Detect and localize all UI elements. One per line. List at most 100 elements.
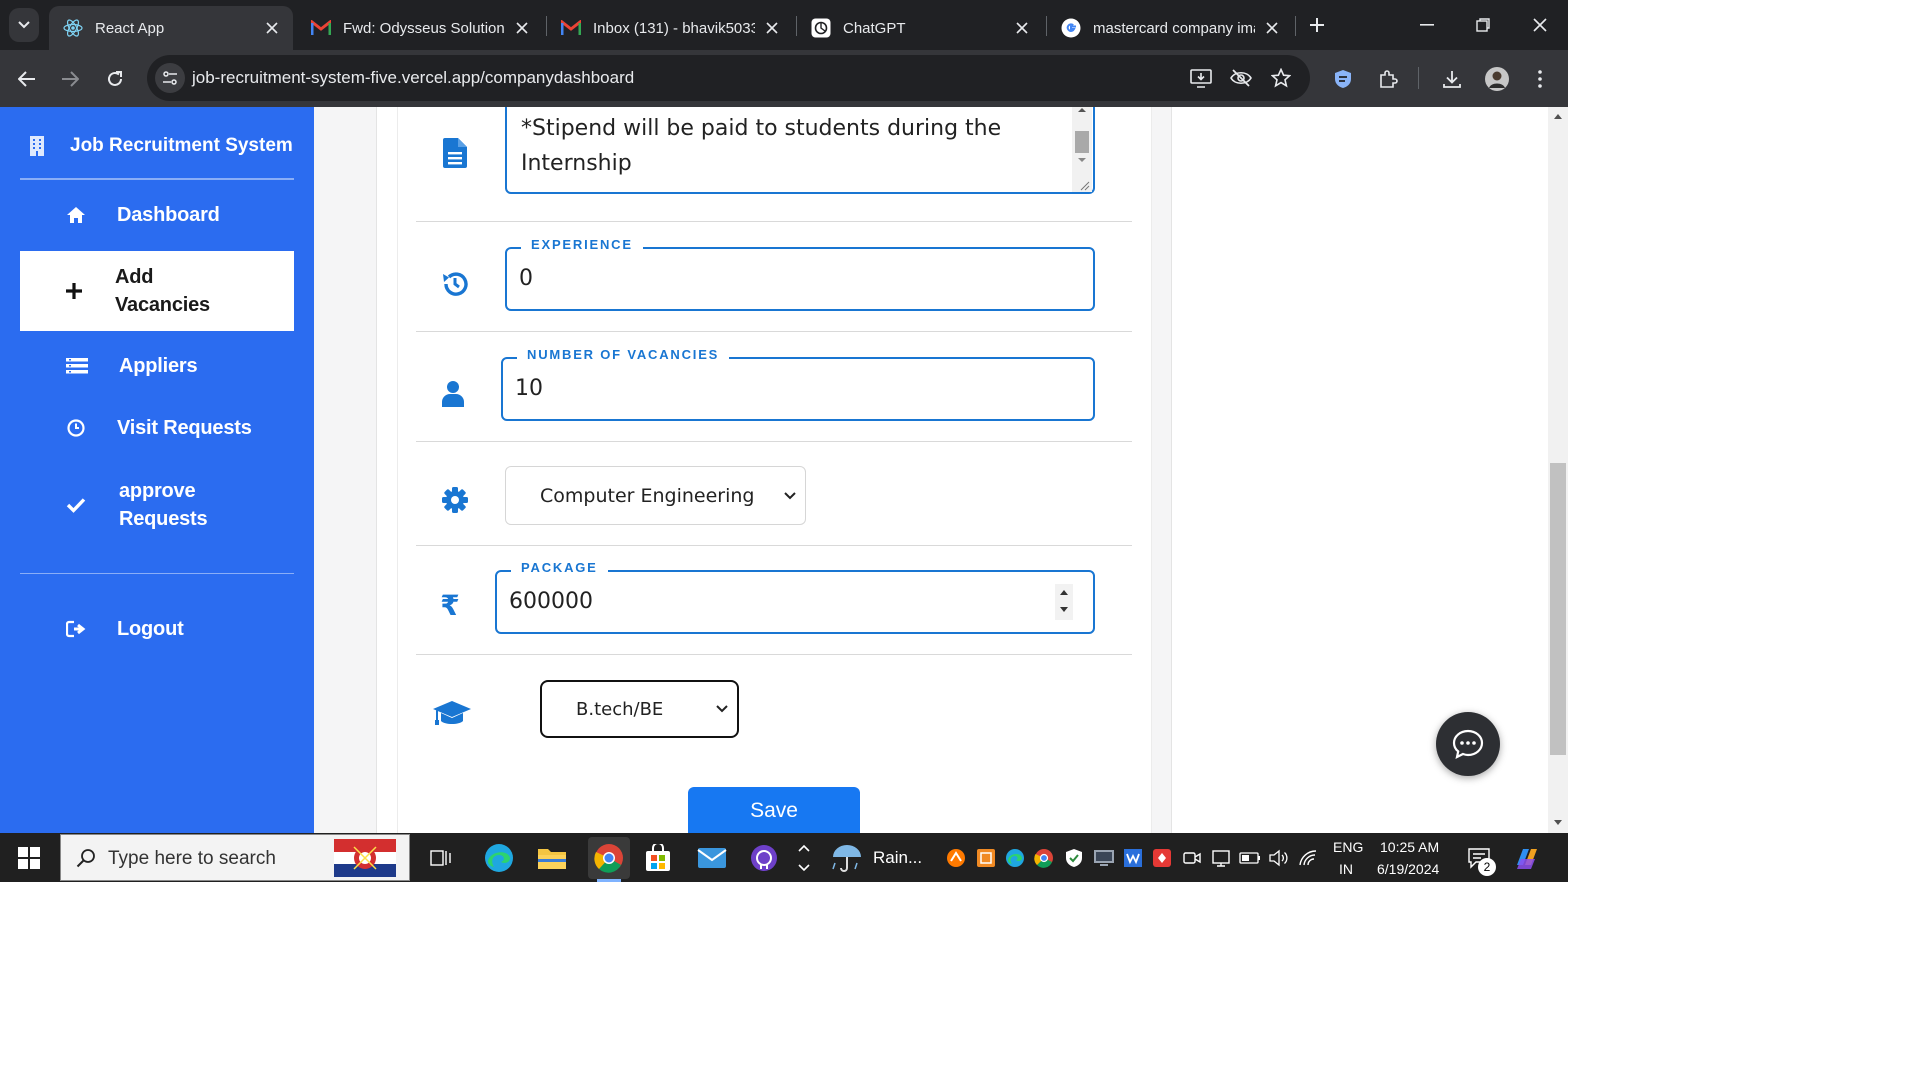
tray-edge-icon[interactable]: [999, 841, 1031, 875]
clock-date: 6/19/2024: [1377, 861, 1440, 877]
volume-icon[interactable]: [1263, 841, 1295, 875]
task-view-button[interactable]: [424, 841, 458, 875]
tab-title: ChatGPT: [843, 19, 906, 37]
tray-app-icon[interactable]: [1146, 841, 1178, 875]
tray-display-icon[interactable]: [1088, 841, 1120, 875]
notification-center-button[interactable]: 2: [1462, 841, 1496, 876]
chatgpt-icon: [811, 18, 831, 38]
department-select[interactable]: Computer Engineering: [505, 466, 806, 525]
vacancies-field[interactable]: NUMBER OF VACANCIES 10: [501, 347, 1095, 421]
taskbar-search-box[interactable]: Type here to search: [60, 834, 410, 881]
tray-meet-icon[interactable]: [1176, 841, 1208, 875]
page-gutter-right: [1152, 107, 1172, 833]
close-window-button[interactable]: [1527, 12, 1553, 38]
taskbar-chrome[interactable]: [588, 837, 630, 879]
tab-inbox[interactable]: Inbox (131) - bhavik5033: [547, 6, 793, 50]
chat-button[interactable]: [1436, 712, 1500, 776]
experience-label: EXPERIENCE: [521, 237, 643, 252]
textarea-scrollbar[interactable]: [1072, 107, 1092, 192]
save-button[interactable]: Save: [688, 787, 860, 833]
page-scrollbar[interactable]: [1548, 107, 1568, 833]
package-field[interactable]: PACKAGE 600000: [495, 560, 1095, 634]
experience-value[interactable]: 0: [519, 266, 533, 291]
close-icon[interactable]: [763, 19, 781, 37]
browser-tab-strip: React App Fwd: Odysseus Solutions Inbox …: [0, 0, 1568, 50]
taskbar-github-desktop[interactable]: [747, 841, 781, 875]
tray-security-icon[interactable]: [1058, 841, 1090, 875]
minimize-button[interactable]: [1414, 12, 1440, 38]
sidebar-item-visit-requests[interactable]: Visit Requests: [20, 412, 294, 444]
new-tab-button[interactable]: [1304, 12, 1330, 38]
close-icon[interactable]: [1013, 19, 1031, 37]
taskbar-file-explorer[interactable]: [535, 841, 569, 875]
tray-app-icon[interactable]: [940, 841, 972, 875]
weather-widget-icon[interactable]: [830, 841, 864, 875]
gear-icon: [440, 484, 470, 516]
taskbar-overflow[interactable]: [787, 841, 821, 875]
browser-menu-button[interactable]: [1526, 65, 1554, 93]
copilot-button[interactable]: [1510, 841, 1544, 875]
downloads-button[interactable]: [1438, 65, 1466, 93]
avatar: [1485, 67, 1509, 91]
weather-text[interactable]: Rain...: [873, 848, 922, 868]
tab-chatgpt[interactable]: ChatGPT: [797, 6, 1043, 50]
qualification-select[interactable]: B.tech/BE: [540, 680, 739, 738]
close-icon[interactable]: [513, 19, 531, 37]
taskbar-mail[interactable]: [695, 841, 729, 875]
github-icon: [751, 845, 777, 871]
number-spinner[interactable]: [1055, 584, 1073, 620]
spin-down-icon[interactable]: [1059, 606, 1069, 613]
spin-up-icon[interactable]: [1059, 589, 1069, 596]
job-description-textarea[interactable]: *Stipend will be paid to students during…: [505, 107, 1095, 194]
profile-avatar[interactable]: [1483, 65, 1511, 93]
resize-handle-icon[interactable]: [1078, 179, 1090, 191]
page-scroll-thumb[interactable]: [1550, 463, 1566, 755]
tray-chrome-icon[interactable]: [1028, 841, 1060, 875]
restore-button[interactable]: [1470, 12, 1496, 38]
sidebar-item-label: Appliers: [119, 354, 198, 377]
package-value[interactable]: 600000: [509, 589, 593, 614]
scroll-down-icon[interactable]: [1553, 819, 1563, 826]
toolbar-separator: [1418, 67, 1419, 89]
textarea-scroll-thumb[interactable]: [1075, 131, 1089, 153]
url-text[interactable]: job-recruitment-system-five.vercel.app/c…: [192, 68, 634, 88]
store-icon: [646, 844, 670, 871]
visibility-off-button[interactable]: [1227, 64, 1255, 92]
close-icon[interactable]: [1263, 19, 1281, 37]
tray-app-icon[interactable]: [970, 841, 1002, 875]
scroll-up-icon[interactable]: [1553, 113, 1563, 120]
install-app-button[interactable]: [1187, 64, 1215, 92]
battery-icon[interactable]: [1234, 841, 1266, 875]
back-button[interactable]: [13, 65, 41, 93]
experience-field[interactable]: EXPERIENCE 0: [505, 237, 1095, 311]
sidebar-divider: [20, 573, 294, 574]
tab-fwd-odysseus[interactable]: Fwd: Odysseus Solutions: [297, 6, 543, 50]
taskbar-store[interactable]: [641, 841, 675, 875]
sidebar-item-logout[interactable]: Logout: [20, 613, 294, 645]
extension-button[interactable]: [1329, 65, 1357, 93]
vacancies-value[interactable]: 10: [515, 376, 543, 401]
tab-title: Inbox (131) - bhavik5033: [593, 19, 755, 37]
wifi-icon[interactable]: [1292, 841, 1324, 875]
bookmark-button[interactable]: [1267, 64, 1295, 92]
sidebar-item-approve-requests[interactable]: approve Requests: [20, 474, 294, 536]
address-bar[interactable]: job-recruitment-system-five.vercel.app/c…: [147, 55, 1310, 101]
tray-app-icon[interactable]: [1205, 841, 1237, 875]
site-info-button[interactable]: [155, 63, 185, 93]
start-button[interactable]: [12, 841, 46, 875]
sidebar-item-label: Dashboard: [117, 203, 220, 226]
extensions-menu-button[interactable]: [1374, 65, 1402, 93]
sidebar-item-appliers[interactable]: Appliers: [20, 350, 294, 382]
forward-button[interactable]: [56, 65, 84, 93]
tab-react-app[interactable]: React App: [49, 6, 293, 50]
close-icon[interactable]: [263, 19, 281, 37]
reload-icon: [108, 71, 122, 86]
taskbar-edge[interactable]: [482, 841, 516, 875]
tab-google-search[interactable]: mastercard company ima: [1047, 6, 1293, 50]
sidebar-item-add-vacancies[interactable]: Add Vacancies: [20, 251, 294, 331]
tray-app-icon[interactable]: [1117, 841, 1149, 875]
sidebar-item-dashboard[interactable]: Dashboard: [20, 199, 294, 231]
tab-search-button[interactable]: [9, 8, 39, 42]
label-line: Vacancies: [115, 294, 210, 316]
reload-button[interactable]: [101, 65, 129, 93]
